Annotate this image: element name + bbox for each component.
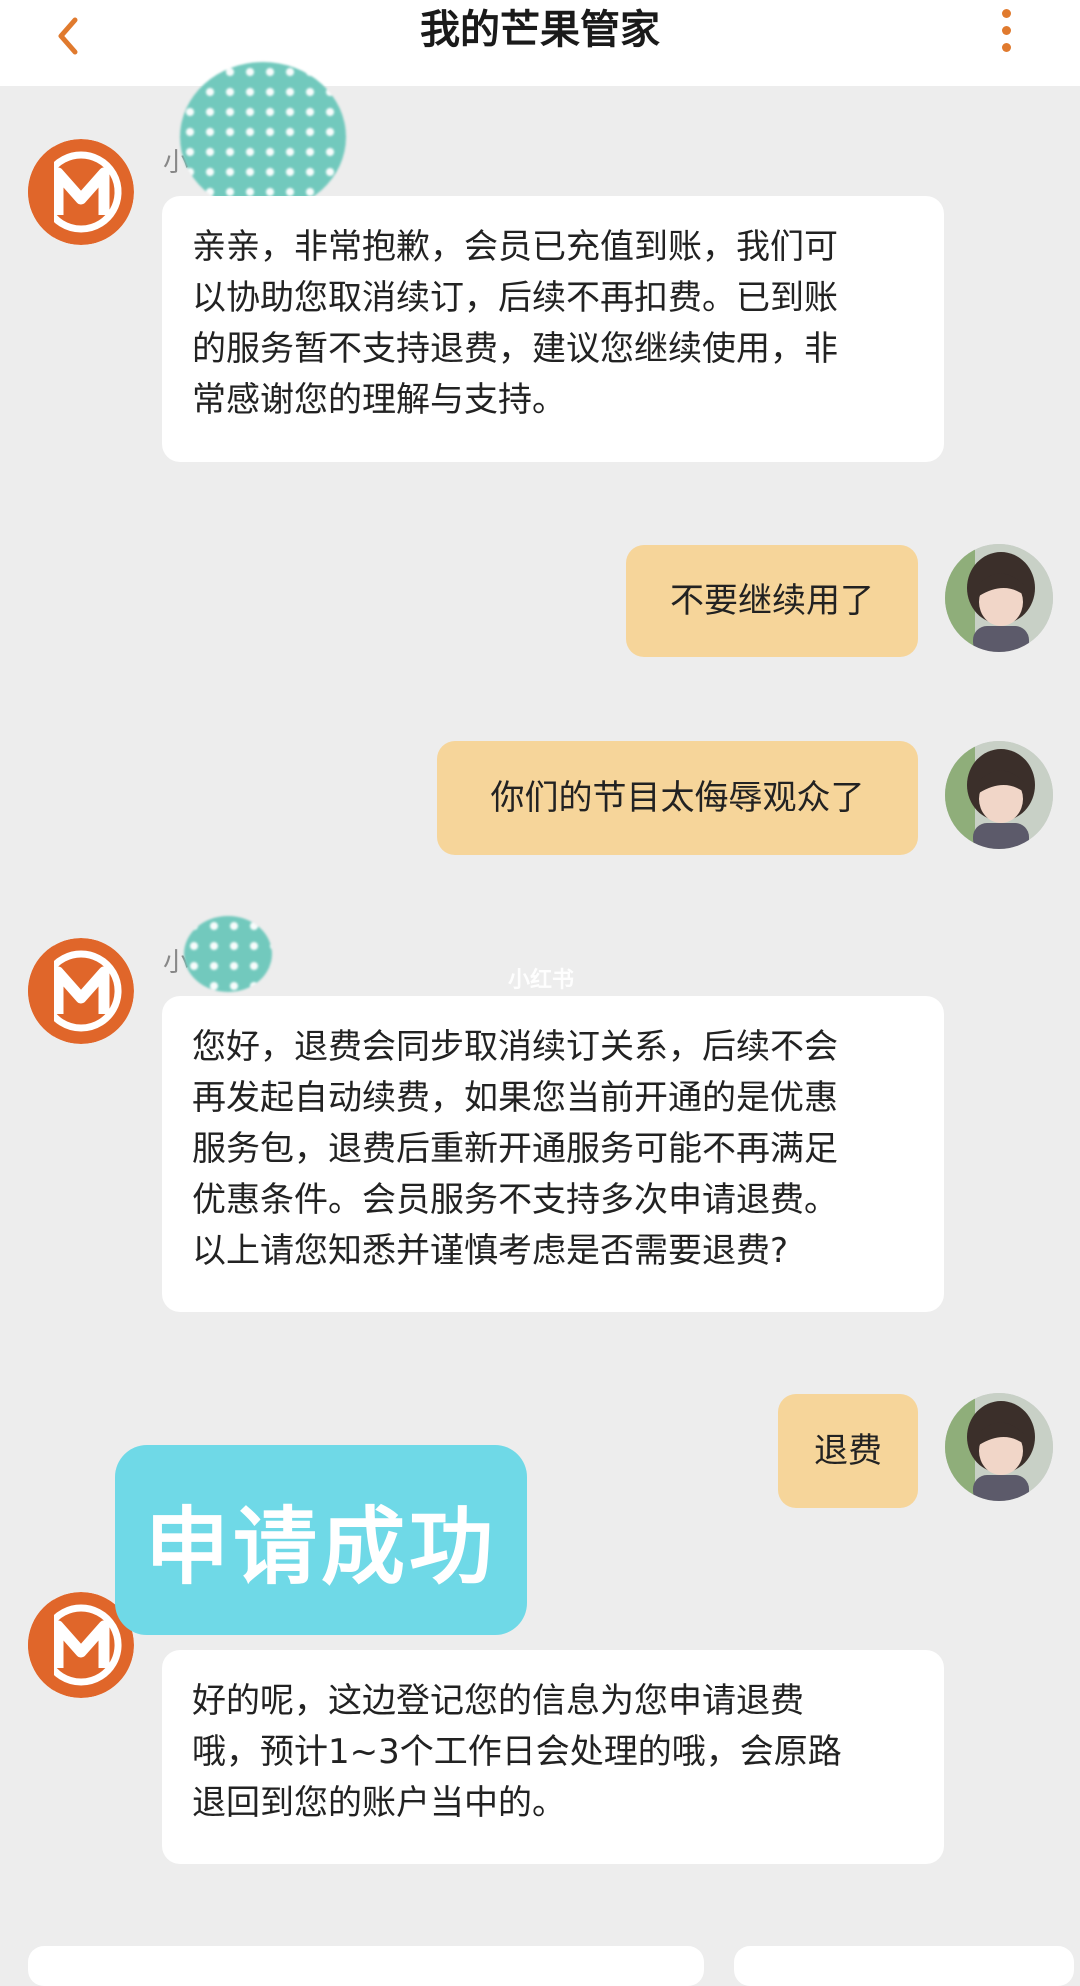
- user-avatar[interactable]: [945, 741, 1053, 849]
- bot-avatar[interactable]: [28, 938, 134, 1044]
- chat-bubble-bot: 您好，退费会同步取消续订关系，后续不会 再发起自动续费，如果您当前开通的是优惠 …: [162, 996, 944, 1312]
- top-bar: 我的芒果管家: [0, 0, 1080, 86]
- chat-bubble-user: 退费: [778, 1394, 918, 1508]
- chat-bubble-bot: 好的呢，这边登记您的信息为您申请退费 哦，预计1~3个工作日会处理的哦，会原路 …: [162, 1650, 944, 1864]
- privacy-mosaic: [184, 916, 272, 992]
- privacy-mosaic: [180, 62, 346, 212]
- bot-avatar[interactable]: [28, 139, 134, 245]
- chat-bubble-bot: 亲亲，非常抱歉，会员已充值到账，我们可 以协助您取消续订，后续不再扣费。已到账 …: [162, 196, 944, 462]
- sticker-text: 申请成功: [144, 1497, 497, 1596]
- mango-tv-logo-icon: [28, 938, 134, 1044]
- quick-reply-card[interactable]: [734, 1946, 1074, 1986]
- user-avatar[interactable]: [945, 544, 1053, 652]
- user-avatar[interactable]: [945, 1393, 1053, 1501]
- vertical-dots-icon: [1001, 8, 1011, 18]
- user-avatar-image-icon: [945, 1393, 1053, 1501]
- success-sticker: 申请成功: [115, 1445, 527, 1635]
- more-options-button[interactable]: [988, 2, 1024, 58]
- chat-bubble-user: 不要继续用了: [626, 545, 918, 657]
- user-avatar-image-icon: [945, 741, 1053, 849]
- mango-tv-logo-icon: [28, 139, 134, 245]
- quick-reply-card[interactable]: [28, 1946, 704, 1986]
- watermark: 小红书: [508, 968, 575, 993]
- chat-bubble-user: 你们的节目太侮辱观众了: [437, 741, 918, 855]
- page-title: 我的芒果管家: [420, 7, 660, 53]
- user-avatar-image-icon: [945, 544, 1053, 652]
